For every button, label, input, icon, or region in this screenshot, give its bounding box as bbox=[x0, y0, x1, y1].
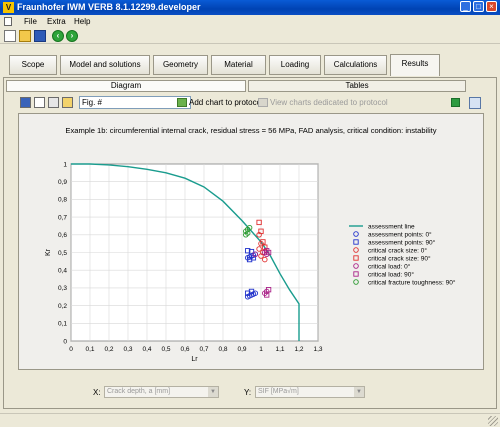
tab-results[interactable]: Results bbox=[390, 54, 440, 76]
y-tick-label: 0,4 bbox=[58, 268, 67, 275]
export-icon[interactable] bbox=[34, 97, 45, 108]
legend-swatch bbox=[353, 263, 359, 269]
status-bar bbox=[0, 413, 500, 427]
y-tick-label: 0,5 bbox=[58, 250, 67, 257]
back-arrow-icon[interactable]: ‹ bbox=[52, 30, 64, 42]
x-axis: 0 0,1 0,2 0,3 0,4 0,5 0,6 0,7 0,8 0,9 1 1,1 1,2 1,3 bbox=[69, 346, 323, 353]
y-axis-dropdown-value: SIF [MPa√m] bbox=[258, 388, 299, 395]
view-charts-icon bbox=[258, 98, 268, 107]
document-icon bbox=[4, 17, 12, 26]
tab-geometry[interactable]: Geometry bbox=[153, 55, 208, 75]
y-tick-label: 0,9 bbox=[58, 179, 67, 186]
legend-label: assessment line bbox=[368, 223, 415, 230]
app-icon: V bbox=[3, 2, 14, 13]
legend-swatch bbox=[353, 271, 359, 277]
chart-title: Example 1b: circumferential internal cra… bbox=[65, 126, 436, 135]
chevron-down-icon: ▼ bbox=[208, 387, 218, 397]
tab-scope[interactable]: Scope bbox=[9, 55, 57, 75]
x-tick-label: 0,8 bbox=[218, 346, 227, 353]
print-icon[interactable] bbox=[62, 97, 73, 108]
legend-label: critical crack size: 0° bbox=[368, 246, 427, 254]
main-toolbar: ‹ › bbox=[0, 28, 500, 44]
tab-loading[interactable]: Loading bbox=[269, 55, 321, 75]
legend-label: critical load: 90° bbox=[368, 270, 414, 278]
x-tick-label: 0,3 bbox=[123, 346, 132, 353]
chart-frame: Example 1b: circumferential internal cra… bbox=[18, 113, 484, 370]
close-button[interactable]: × bbox=[486, 1, 497, 12]
forward-arrow-icon[interactable]: › bbox=[66, 30, 78, 42]
y-axis-label: Kr bbox=[45, 248, 52, 256]
legend-swatch bbox=[353, 247, 359, 253]
view-charts-label: View charts dedicated to protocol bbox=[270, 98, 388, 107]
legend-swatch bbox=[353, 231, 359, 237]
x-tick-label: 1,2 bbox=[294, 346, 303, 353]
new-file-icon[interactable] bbox=[4, 30, 16, 42]
legend-swatch bbox=[353, 279, 359, 285]
tab-material[interactable]: Material bbox=[211, 55, 266, 75]
legend: assessment lineassessment points: 0°asse… bbox=[349, 223, 456, 286]
x-axis-label: Lr bbox=[191, 356, 198, 363]
save-chart-icon[interactable] bbox=[20, 97, 31, 108]
legend-label: critical fracture toughness: 90° bbox=[368, 278, 456, 286]
x-tick-label: 1,3 bbox=[313, 346, 322, 353]
x-tick-label: 0,2 bbox=[104, 346, 113, 353]
x-selector-label: X: bbox=[93, 388, 101, 397]
y-tick-label: 0,2 bbox=[58, 303, 67, 310]
subtab-diagram[interactable]: Diagram bbox=[6, 80, 246, 92]
settings-icon[interactable] bbox=[469, 97, 481, 109]
minimize-button[interactable]: _ bbox=[460, 1, 471, 12]
y-axis: 0 0,1 0,2 0,3 0,4 0,5 0,6 0,7 0,8 0,9 1 bbox=[58, 161, 67, 345]
menu-help[interactable]: Help bbox=[74, 16, 90, 27]
tab-calculations[interactable]: Calculations bbox=[324, 55, 387, 75]
resize-grip[interactable] bbox=[488, 416, 498, 426]
legend-swatch bbox=[353, 239, 359, 245]
x-tick-label: 0,1 bbox=[85, 346, 94, 353]
legend-label: critical load: 0° bbox=[368, 262, 411, 270]
y-tick-label: 0,6 bbox=[58, 232, 67, 239]
y-tick-label: 1 bbox=[63, 161, 67, 168]
maximize-button[interactable]: □ bbox=[473, 1, 484, 12]
x-tick-label: 1,1 bbox=[275, 346, 284, 353]
y-tick-label: 0,7 bbox=[58, 214, 67, 221]
main-tabs: Scope Model and solutions Geometry Mater… bbox=[0, 54, 500, 77]
x-tick-label: 0,4 bbox=[142, 346, 151, 353]
menu-file[interactable]: File bbox=[24, 16, 37, 27]
menu-extra[interactable]: Extra bbox=[47, 16, 66, 27]
x-tick-label: 0,5 bbox=[161, 346, 170, 353]
menu-bar: File Extra Help bbox=[0, 15, 500, 28]
legend-label: assessment points: 0° bbox=[368, 230, 432, 238]
fad-chart: Example 1b: circumferential internal cra… bbox=[45, 126, 456, 363]
x-axis-dropdown-value: Crack depth, a [mm] bbox=[107, 388, 171, 395]
add-chart-label: Add chart to protocol bbox=[189, 98, 263, 107]
add-chart-icon bbox=[177, 98, 187, 107]
window-title: Fraunhofer IWM VERB 8.1.12299.developer bbox=[17, 2, 201, 12]
legend-swatch bbox=[353, 255, 359, 261]
copy-icon[interactable] bbox=[48, 97, 59, 108]
y-selector-label: Y: bbox=[244, 388, 252, 397]
figure-number-input[interactable]: Fig. # bbox=[79, 96, 191, 109]
save-icon[interactable] bbox=[34, 30, 46, 42]
chevron-down-icon: ▼ bbox=[354, 387, 364, 397]
legend-label: assessment points: 90° bbox=[368, 238, 436, 246]
tab-model-and-solutions[interactable]: Model and solutions bbox=[60, 55, 150, 75]
refresh-icon[interactable] bbox=[451, 98, 460, 107]
legend-label: critical crack size: 90° bbox=[368, 254, 431, 262]
x-tick-label: 0,7 bbox=[199, 346, 208, 353]
y-tick-label: 0,3 bbox=[58, 285, 67, 292]
y-tick-label: 0,1 bbox=[58, 321, 67, 328]
x-axis-dropdown[interactable]: Crack depth, a [mm] ▼ bbox=[104, 386, 219, 398]
y-tick-label: 0,8 bbox=[58, 197, 67, 204]
open-folder-icon[interactable] bbox=[19, 30, 31, 42]
subtab-tables[interactable]: Tables bbox=[248, 80, 466, 92]
title-bar: V Fraunhofer IWM VERB 8.1.12299.develope… bbox=[0, 0, 500, 15]
y-axis-dropdown[interactable]: SIF [MPa√m] ▼ bbox=[255, 386, 365, 398]
x-tick-label: 0 bbox=[69, 346, 73, 353]
view-charts-button[interactable]: View charts dedicated to protocol bbox=[258, 96, 388, 109]
add-chart-to-protocol-button[interactable]: Add chart to protocol bbox=[177, 96, 263, 109]
x-tick-label: 0,9 bbox=[237, 346, 246, 353]
y-tick-label: 0 bbox=[63, 338, 67, 345]
x-tick-label: 0,6 bbox=[180, 346, 189, 353]
x-tick-label: 1 bbox=[259, 346, 263, 353]
chart-toolbar: Fig. # Add chart to protocol View charts… bbox=[18, 96, 484, 111]
